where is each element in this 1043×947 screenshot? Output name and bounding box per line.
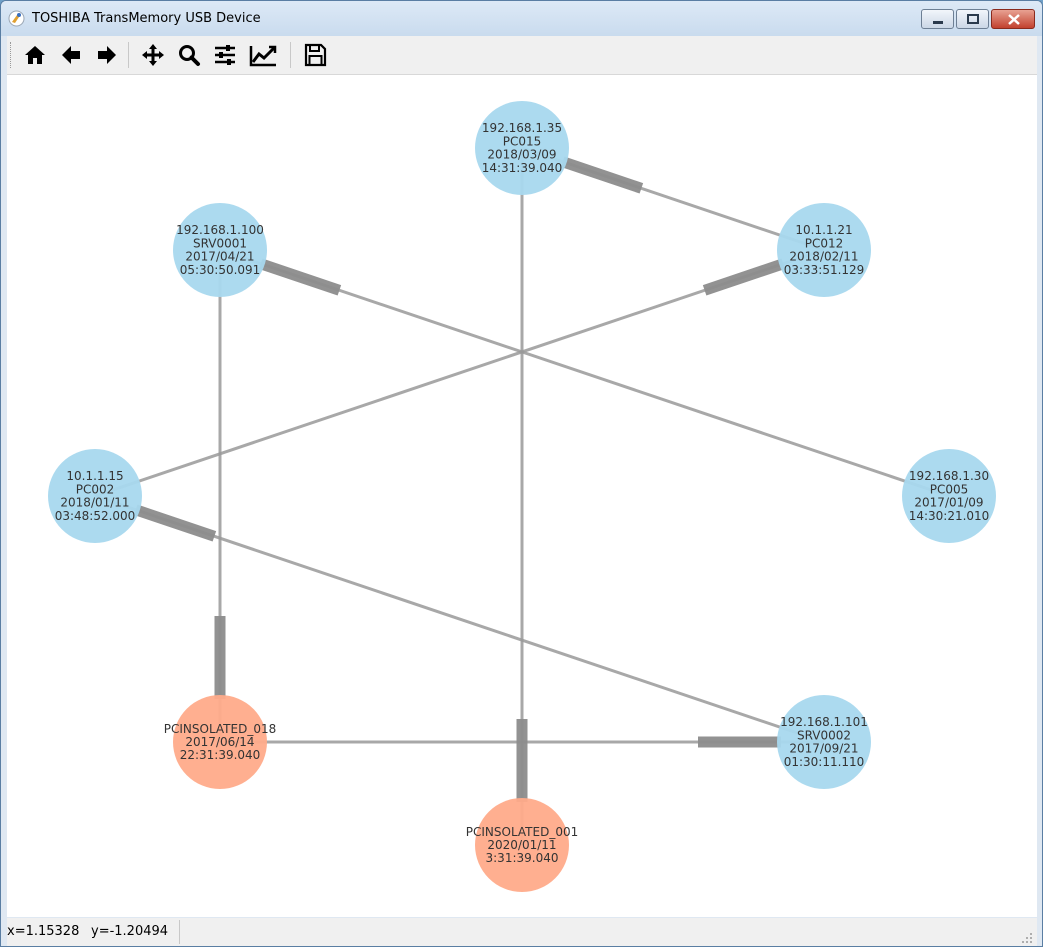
node-label-line: 3:31:39.040 [486, 851, 559, 865]
node-label-line: 192.168.1.35 [482, 121, 562, 135]
maximize-icon [967, 14, 979, 24]
app-window: TOSHIBA TransMemory USB Device 192.168.1… [0, 0, 1043, 947]
toolbar-separator [128, 42, 129, 68]
home-button[interactable] [19, 40, 51, 70]
graph-canvas[interactable]: 192.168.1.35 PC015 2018/03/09 14:31:39.040 1… [7, 75, 1037, 917]
graph-edge-arrow-pc012-pc015 [560, 156, 644, 194]
arrow-left-icon [62, 46, 80, 64]
home-icon [25, 46, 45, 64]
node-label-line: 03:48:52.000 [55, 509, 136, 523]
graph-node-pc015[interactable]: 192.168.1.35PC0152018/03/0914:31:39.040 [475, 101, 569, 195]
node-label-line: 22:31:39.040 [180, 748, 261, 762]
node-label-line: 2018/02/11 [789, 250, 858, 264]
node-label-line: PC015 [503, 134, 542, 148]
minimize-icon [933, 21, 943, 24]
status-separator [179, 920, 180, 944]
toolbar [7, 36, 1037, 75]
maximize-button[interactable] [956, 9, 989, 29]
node-label-line: 2018/01/11 [60, 496, 129, 510]
graph-node-pcisolated_001[interactable]: PCINSOLATED_0012020/01/113:31:39.040 [466, 798, 579, 892]
node-label-line: PC012 [805, 236, 844, 250]
graph-node-pc002[interactable]: 10.1.1.15PC0022018/01/1103:48:52.000 [48, 449, 142, 543]
node-label-line: 2017/01/09 [914, 496, 983, 510]
node-label-line: PCINSOLATED_001 [466, 825, 579, 839]
node-label-line: PCINSOLATED_018 [164, 722, 277, 736]
node-label-line: 192.168.1.100 [176, 223, 264, 237]
node-label-line: 2017/09/21 [789, 742, 858, 756]
node-label-line: PC005 [930, 482, 969, 496]
edit-axis-button[interactable] [245, 40, 277, 70]
title-bar[interactable]: TOSHIBA TransMemory USB Device [1, 1, 1042, 36]
close-button[interactable] [991, 9, 1035, 29]
node-label-line: 2018/03/09 [487, 148, 556, 162]
minimize-button[interactable] [921, 9, 954, 29]
floppy-disk-icon [304, 43, 327, 67]
chart-line-icon [249, 45, 277, 67]
magnifier-icon [179, 45, 200, 66]
graph-edge-arrow-srv0002-pc002 [133, 504, 217, 542]
zoom-button[interactable] [173, 40, 205, 70]
forward-button[interactable] [91, 40, 123, 70]
toolbar-grip [10, 42, 14, 68]
node-label-line: SRV0002 [797, 728, 851, 742]
y-coordinate-readout: y=-1.20494 [91, 924, 169, 939]
node-label-line: 192.168.1.101 [780, 715, 868, 729]
close-icon [1008, 14, 1020, 25]
network-graph: 192.168.1.35PC0152018/03/0914:31:39.0401… [48, 101, 996, 892]
graph-node-pc005[interactable]: 192.168.1.30PC0052017/01/0914:30:21.010 [902, 449, 996, 543]
app-icon [8, 10, 25, 27]
graph-edge-arrow-pc002-pc012 [702, 258, 786, 296]
pan-button[interactable] [137, 40, 169, 70]
node-label-line: 2017/04/21 [185, 250, 254, 264]
graph-node-pc012[interactable]: 10.1.1.21PC0122018/02/1103:33:51.129 [777, 203, 871, 297]
arrow-right-icon [98, 46, 116, 64]
move-icon [142, 44, 164, 66]
node-label-line: 14:31:39.040 [482, 161, 563, 175]
graph-node-srv0001[interactable]: 192.168.1.100SRV00012017/04/2105:30:50.0… [173, 203, 267, 297]
node-label-line: 03:33:51.129 [784, 263, 865, 277]
resize-grip-icon[interactable] [1021, 932, 1033, 944]
node-label-line: 10.1.1.15 [66, 469, 123, 483]
node-label-line: 14:30:21.010 [909, 509, 990, 523]
graph-edge-arrow-pc005-srv0001 [258, 258, 342, 296]
subplots-button[interactable] [209, 40, 241, 70]
window-title: TOSHIBA TransMemory USB Device [32, 11, 261, 26]
node-label-line: PC002 [76, 482, 115, 496]
status-bar: x=1.15328 y=-1.20494 [7, 918, 1037, 946]
node-label-line: 2017/06/14 [185, 735, 254, 749]
graph-node-pcisolated_018[interactable]: PCINSOLATED_0182017/06/1422:31:39.040 [164, 695, 277, 789]
node-label-line: 2020/01/11 [487, 838, 556, 852]
x-coordinate-readout: x=1.15328 [7, 924, 80, 939]
node-label-line: 192.168.1.30 [909, 469, 989, 483]
node-label-line: SRV0001 [193, 236, 247, 250]
node-label-line: 10.1.1.21 [795, 223, 852, 237]
node-label-line: 05:30:50.091 [180, 263, 261, 277]
back-button[interactable] [55, 40, 87, 70]
graph-node-srv0002[interactable]: 192.168.1.101SRV00022017/09/2101:30:11.1… [777, 695, 871, 789]
toolbar-separator [290, 42, 291, 68]
save-button[interactable] [299, 40, 331, 70]
sliders-icon [215, 45, 235, 65]
node-label-line: 01:30:11.110 [784, 755, 865, 769]
